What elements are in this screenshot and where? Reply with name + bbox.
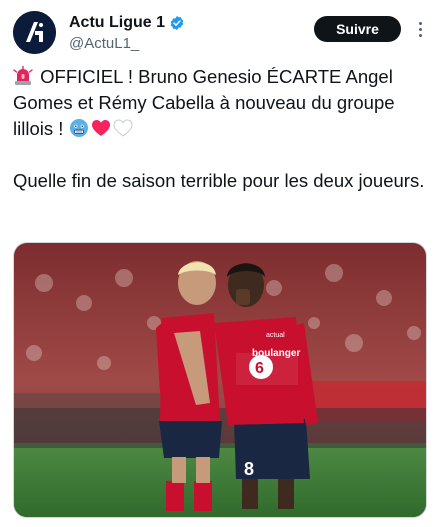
display-name[interactable]: Actu Ligue 1 [69,14,165,32]
tweet-photo[interactable]: boulanger actual 6 8 [13,242,427,518]
sponsor-sub-text: actual [266,332,285,339]
red-heart-emoji-icon [91,120,110,136]
avatar[interactable] [13,11,56,54]
handle[interactable]: @ActuL1_ [69,35,139,52]
actu-ligue1-logo-icon [13,11,56,54]
follow-button[interactable]: Suivre [314,16,401,42]
more-options-icon[interactable] [412,17,428,41]
photo-two-players: boulanger actual 6 8 [14,243,426,517]
siren-emoji-icon [13,66,33,85]
svg-text:6: 6 [255,360,264,377]
verified-badge-icon [170,16,184,30]
cold-face-emoji-icon [69,119,88,137]
tweet-text: OFFICIEL ! Bruno Genesio ÉCARTE Angel Go… [13,64,427,194]
tweet-paragraph-2: Quelle fin de saison terrible pour les d… [13,170,425,191]
white-heart-emoji-icon [113,119,133,137]
tweet-paragraph-1: OFFICIEL ! Bruno Genesio ÉCARTE Angel Go… [13,64,427,142]
shirt-number: 8 [244,459,254,479]
tweet-header: Actu Ligue 1 @ActuL1_ Suivre [13,11,427,55]
